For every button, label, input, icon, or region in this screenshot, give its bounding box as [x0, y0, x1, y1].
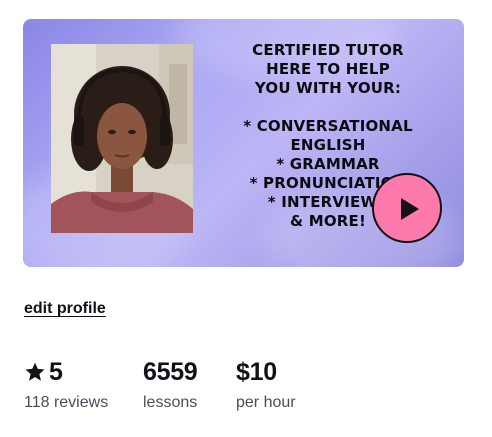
- tutor-photo: [51, 44, 193, 233]
- intro-video-thumbnail[interactable]: CERTIFIED TUTOR HERE TO HELP YOU WITH YO…: [23, 19, 464, 267]
- play-button[interactable]: [372, 173, 442, 243]
- star-icon: [25, 362, 45, 381]
- price-stat: $10 per hour: [236, 357, 296, 413]
- price-label: per hour: [236, 394, 296, 411]
- rating-stat: 5 118 reviews: [24, 357, 108, 413]
- lessons-stat: 6559 lessons: [143, 357, 198, 413]
- edit-profile-link[interactable]: edit profile: [24, 300, 106, 318]
- lessons-value: 6559: [143, 358, 198, 386]
- price-value: $10: [236, 358, 277, 386]
- play-icon: [401, 198, 419, 220]
- lessons-label: lessons: [143, 394, 198, 411]
- reviews-count: 118 reviews: [24, 394, 109, 411]
- rating-value: 5: [49, 358, 63, 386]
